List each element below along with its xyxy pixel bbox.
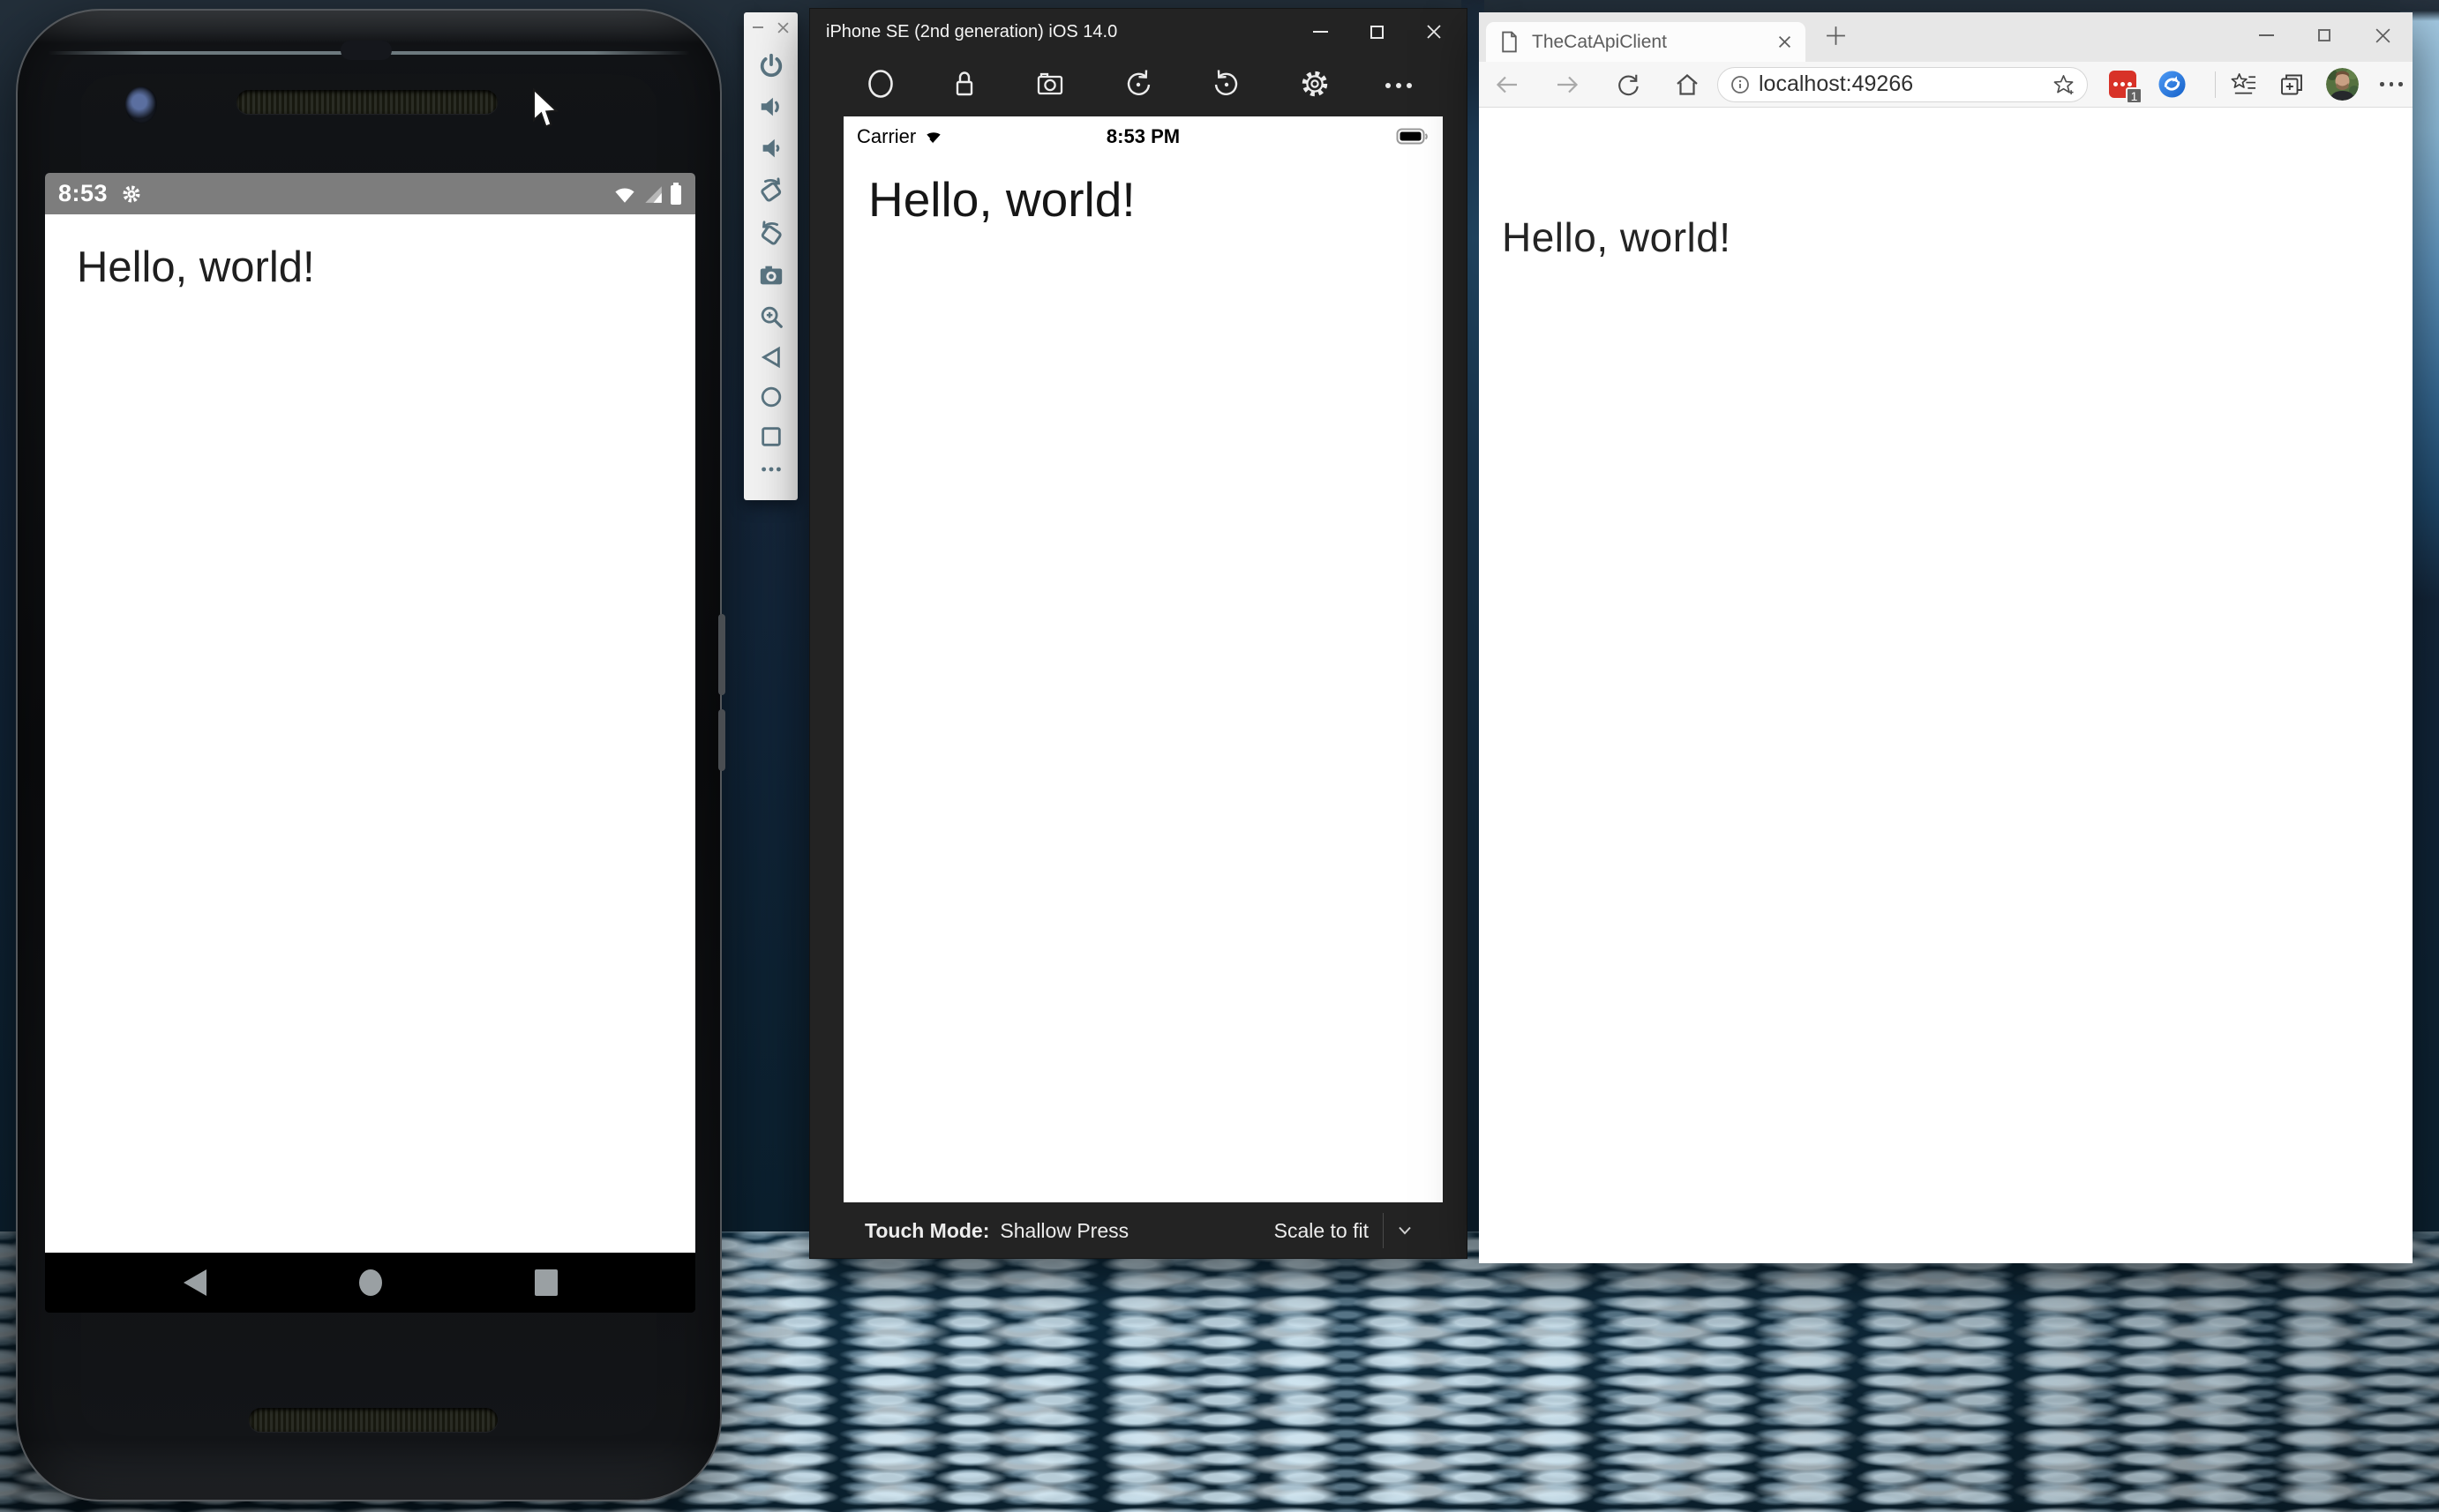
android-app-content: Hello, world! — [45, 214, 695, 1253]
home-icon[interactable] — [1675, 72, 1700, 97]
ios-simulator-toolbar — [810, 55, 1467, 116]
new-tab-button[interactable] — [1825, 25, 1847, 47]
gear-icon — [120, 183, 143, 206]
phone-bottom-speaker — [249, 1408, 498, 1432]
ios-window-title: iPhone SE (2nd generation) iOS 14.0 — [826, 22, 1117, 42]
zoom-icon[interactable] — [758, 303, 784, 330]
tab-close-icon[interactable] — [1778, 35, 1791, 49]
screenshot-camera-icon[interactable] — [758, 262, 784, 288]
back-icon[interactable] — [1495, 72, 1520, 97]
android-hello-text: Hello, world! — [77, 243, 695, 292]
ios-status-bar: Carrier 8:53 PM — [844, 116, 1443, 157]
minimize-icon[interactable] — [753, 26, 763, 28]
site-info-icon[interactable] — [1730, 75, 1750, 94]
cellular-signal-icon — [642, 183, 664, 205]
refresh-icon[interactable] — [1615, 72, 1640, 97]
address-bar[interactable]: localhost:49266 — [1717, 67, 2088, 102]
minimize-button[interactable] — [1313, 31, 1328, 33]
rotate-left-icon[interactable] — [1121, 66, 1156, 106]
password-extension-icon[interactable]: 1 — [2109, 71, 2136, 98]
home-circle-icon[interactable] — [865, 66, 897, 106]
ios-footer-bar: Touch Mode: Shallow Press Scale to fit — [810, 1202, 1467, 1259]
favorite-star-icon[interactable] — [2053, 73, 2075, 95]
phone-volume-button — [718, 709, 725, 771]
ios-hello-text: Hello, world! — [868, 171, 1443, 228]
close-button[interactable] — [1426, 24, 1442, 40]
ios-clock: 8:53 PM — [1107, 125, 1180, 148]
close-icon[interactable] — [777, 22, 789, 34]
phone-earpiece-speaker — [236, 90, 498, 114]
browser-window: TheCatApiClient — [1479, 12, 2413, 1263]
ios-device-screen[interactable]: Carrier 8:53 PM Hello, world! — [844, 116, 1443, 1202]
volume-down-icon[interactable] — [758, 135, 784, 161]
back-button[interactable] — [180, 1266, 210, 1299]
more-icon[interactable] — [1385, 83, 1412, 88]
power-icon[interactable] — [758, 52, 784, 79]
browser-toolbar: localhost:49266 1 — [1479, 62, 2413, 108]
phone-front-camera — [125, 86, 157, 124]
footer-divider — [1383, 1213, 1384, 1248]
collections-icon[interactable] — [2278, 71, 2305, 98]
maximize-button[interactable] — [2318, 29, 2330, 41]
browser-hello-text: Hello, world! — [1502, 213, 1731, 261]
rotate-right-icon[interactable] — [1209, 66, 1244, 106]
browser-page-content: Hello, world! — [1479, 108, 2413, 1263]
phone-sensor-notch — [341, 41, 392, 60]
browser-tab-bar: TheCatApiClient — [1479, 12, 2413, 62]
touch-mode-label: Touch Mode: — [865, 1219, 989, 1243]
volume-up-icon[interactable] — [758, 94, 784, 120]
emulator-side-toolbar — [744, 12, 798, 500]
ios-title-bar[interactable]: iPhone SE (2nd generation) iOS 14.0 — [810, 9, 1467, 55]
phone-power-button — [718, 614, 725, 695]
url-text[interactable]: localhost:49266 — [1759, 71, 2053, 97]
home-button[interactable] — [356, 1266, 385, 1299]
wifi-icon — [613, 183, 636, 205]
android-emulator-window: 8:53 Hello, world! — [16, 9, 722, 1501]
extension-badge: 1 — [2126, 87, 2143, 104]
home-icon[interactable] — [759, 385, 784, 409]
lock-icon[interactable] — [949, 66, 979, 106]
favorites-bar-icon[interactable] — [2230, 71, 2257, 97]
battery-icon — [670, 183, 682, 206]
forward-icon[interactable] — [1555, 72, 1580, 97]
profile-avatar[interactable] — [2326, 68, 2359, 101]
android-status-bar: 8:53 — [45, 173, 695, 214]
more-icon[interactable] — [759, 464, 784, 475]
settings-gear-icon[interactable] — [1297, 66, 1332, 106]
back-icon[interactable] — [759, 345, 784, 370]
toolbar-divider — [2215, 71, 2216, 98]
rotate-left-icon[interactable] — [757, 176, 785, 205]
settings-more-icon[interactable] — [2380, 82, 2403, 86]
chevron-down-icon[interactable] — [1398, 1225, 1412, 1236]
screenshot-camera-icon[interactable] — [1032, 66, 1068, 106]
ios-simulator-window: iPhone SE (2nd generation) iOS 14.0 — [809, 8, 1467, 1259]
scale-to-fit-label[interactable]: Scale to fit — [1274, 1219, 1369, 1243]
android-nav-bar — [45, 1253, 695, 1313]
page-document-icon — [1500, 31, 1519, 53]
tab-title: TheCatApiClient — [1532, 32, 1778, 53]
mouse-cursor — [531, 88, 563, 135]
android-clock: 8:53 — [58, 180, 108, 207]
desktop-wallpaper: 8:53 Hello, world! — [0, 0, 2439, 1512]
wifi-icon — [923, 128, 944, 146]
close-button[interactable] — [2375, 27, 2391, 44]
rotate-right-icon[interactable] — [757, 220, 785, 248]
blue-extension-icon[interactable] — [2158, 70, 2187, 99]
maximize-button[interactable] — [1370, 26, 1384, 39]
touch-mode-value: Shallow Press — [1000, 1219, 1129, 1243]
browser-tab[interactable]: TheCatApiClient — [1486, 22, 1805, 62]
carrier-label: Carrier — [857, 125, 916, 148]
overview-button[interactable] — [532, 1267, 560, 1299]
minimize-button[interactable] — [2259, 34, 2274, 36]
overview-icon[interactable] — [759, 424, 784, 449]
battery-icon — [1396, 127, 1430, 146]
android-screen[interactable]: 8:53 Hello, world! — [45, 173, 695, 1313]
